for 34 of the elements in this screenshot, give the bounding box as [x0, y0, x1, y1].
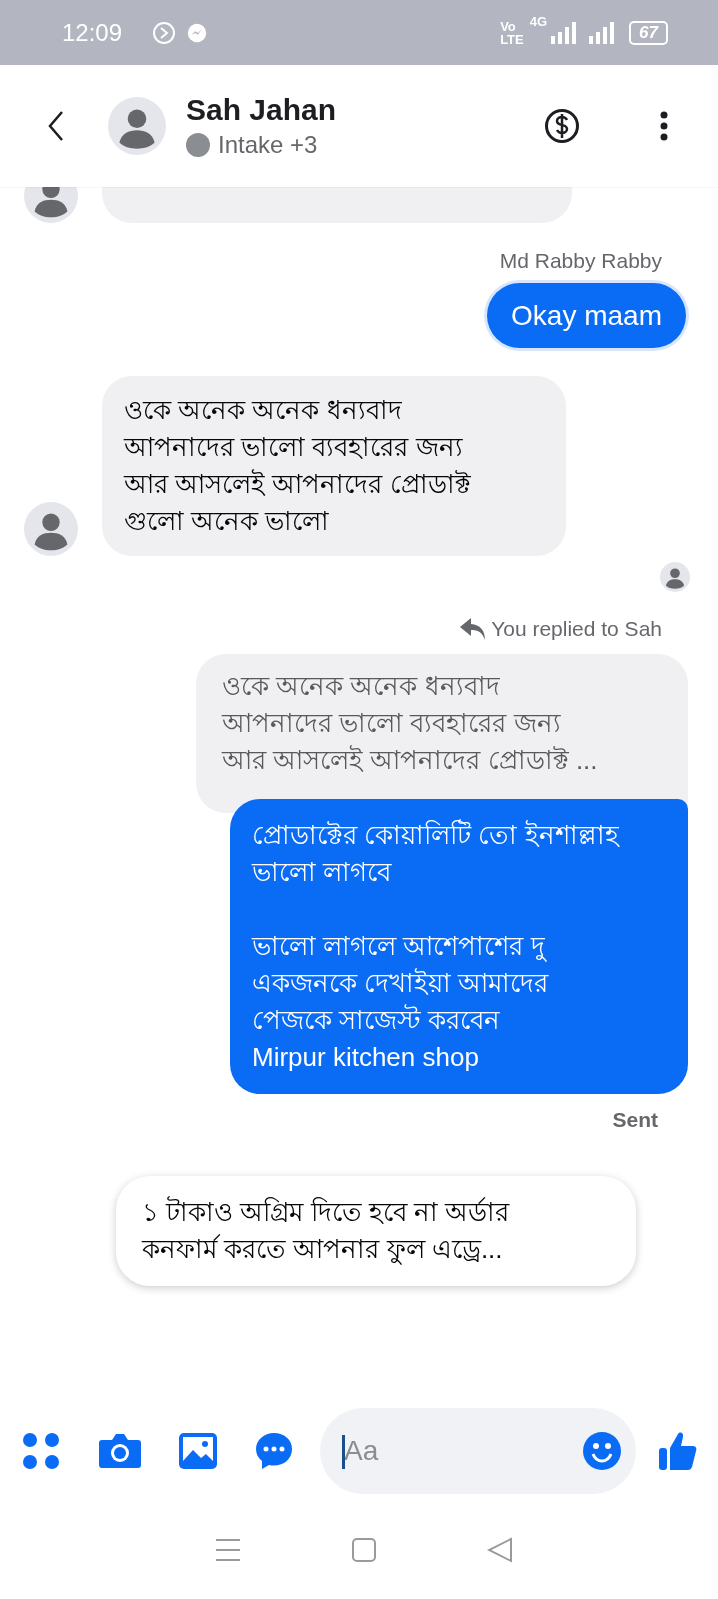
sender-avatar	[24, 502, 78, 556]
more-icon[interactable]	[660, 111, 668, 141]
message-field[interactable]: Aa	[320, 1408, 636, 1494]
reply-icon	[459, 616, 488, 642]
contact-name: Sah Jahan	[186, 93, 338, 127]
message-bubble: Okay maam	[487, 283, 686, 348]
sent-status: Sent	[612, 1108, 658, 1132]
quoted-message: ওকে অনেক অনেক ধন্যবাদ আপনাদের ভালো ব্যবহারের জন্য আর আসলেই আপনাদের প্রোডাক্ট ...	[196, 654, 688, 813]
network-label: 4G	[529, 14, 548, 29]
camera-icon[interactable]	[98, 1432, 142, 1470]
menu-icon[interactable]	[215, 1538, 241, 1562]
battery-level: 67	[629, 20, 668, 45]
thumbs-up-icon[interactable]	[658, 1430, 698, 1472]
dollar-icon[interactable]	[544, 108, 580, 144]
message-bubble: প্রোডাক্টের কোয়ালিটি তো ইনশাল্লাহ ভালো লাগবে ভালো লাগলে আশেপাশের দু একজনকে দেখাইয়া আমাদের পেজকে সাজেস্ট করবেন Mirpur kitchen shop	[230, 799, 688, 1094]
clock-time: 12:09	[62, 18, 123, 47]
smiley-icon[interactable]	[582, 1431, 622, 1471]
message-bubble: ওকে অনেক অনেক ধন্যবাদ আপনাদের ভালো ব্যবহারের জন্য আর আসলেই আপনাদের প্রোডাক্ট গুলো অনেক ভালো	[102, 376, 566, 556]
messenger-icon	[186, 21, 209, 44]
chat-bubble-icon[interactable]	[254, 1431, 294, 1471]
seen-avatar	[660, 562, 690, 592]
reply-label: You replied to Sah	[491, 617, 662, 641]
image-icon[interactable]	[178, 1432, 218, 1470]
home-icon[interactable]	[351, 1537, 377, 1563]
volte-label: Vo	[500, 19, 517, 33]
text-cursor	[342, 1435, 345, 1469]
sender-name: Md Rabby Rabby	[499, 249, 662, 273]
message-preview[interactable]: ১ টাকাও অগ্রিম দিতে হবে না অর্ডার কনফার্ম করতে আপনার ফুল এড্রে...	[116, 1176, 636, 1286]
contact-label: Intake +3	[218, 131, 318, 159]
contact-avatar	[108, 97, 166, 155]
lte-label: LTE	[500, 32, 524, 46]
apps-icon[interactable]	[22, 1432, 60, 1470]
status-dot	[186, 133, 210, 157]
back-triangle-icon[interactable]	[487, 1537, 513, 1563]
